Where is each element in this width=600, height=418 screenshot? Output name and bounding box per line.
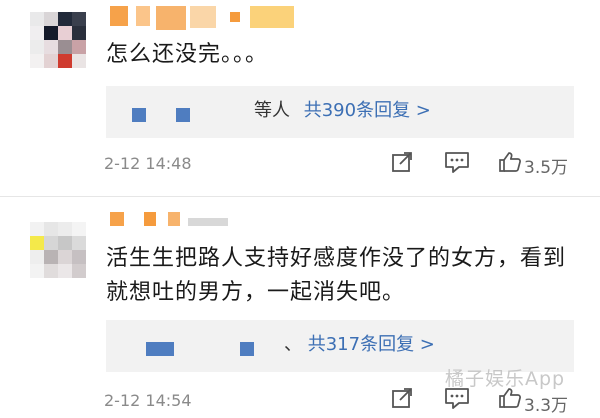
- watermark: 橘子娱乐App: [445, 368, 566, 390]
- share-icon: [392, 152, 412, 172]
- reply-count-link[interactable]: 共317条回复 >: [308, 334, 435, 355]
- like-count: 3.5万: [524, 158, 569, 178]
- username-redacted[interactable]: [110, 212, 240, 236]
- reply-count-link[interactable]: 共390条回复 >: [304, 100, 431, 121]
- like-button[interactable]: [498, 150, 522, 174]
- redacted-user-mark: [146, 342, 174, 356]
- reply-summary: 、 共317条回复 >: [284, 333, 435, 357]
- like-count: 3.3万: [524, 396, 569, 416]
- like-icon: [499, 152, 521, 172]
- username-redacted[interactable]: [110, 6, 300, 30]
- redacted-user-mark: [176, 108, 190, 122]
- comment-text: 怎么还没完。。。: [106, 42, 269, 67]
- comment-timestamp: 2-12 14:54: [104, 391, 192, 410]
- share-icon: [392, 388, 412, 408]
- reply-prefix: 、: [284, 334, 302, 355]
- reply-summary: 等人 共390条回复 >: [254, 99, 431, 123]
- avatar[interactable]: [30, 12, 88, 70]
- comment-text: 活生生把路人支持好感度作没了的女方，看到就想吐的男方，一起消失吧。: [106, 246, 567, 305]
- comment-button[interactable]: [444, 150, 470, 174]
- comment-icon: [445, 152, 469, 173]
- comment-item: 怎么还没完。。。 等人 共390条回复 > 2-12 14:48 3.5万: [0, 0, 600, 196]
- comment-timestamp: 2-12 14:48: [104, 154, 192, 173]
- reply-summary-box[interactable]: 等人 共390条回复 >: [106, 86, 574, 138]
- avatar[interactable]: [30, 222, 88, 280]
- divider: [0, 196, 600, 197]
- redacted-user-mark: [132, 108, 146, 122]
- share-button[interactable]: [390, 150, 414, 174]
- redacted-user-mark: [240, 342, 254, 356]
- share-button[interactable]: [390, 386, 414, 410]
- reply-prefix: 等人: [254, 100, 290, 121]
